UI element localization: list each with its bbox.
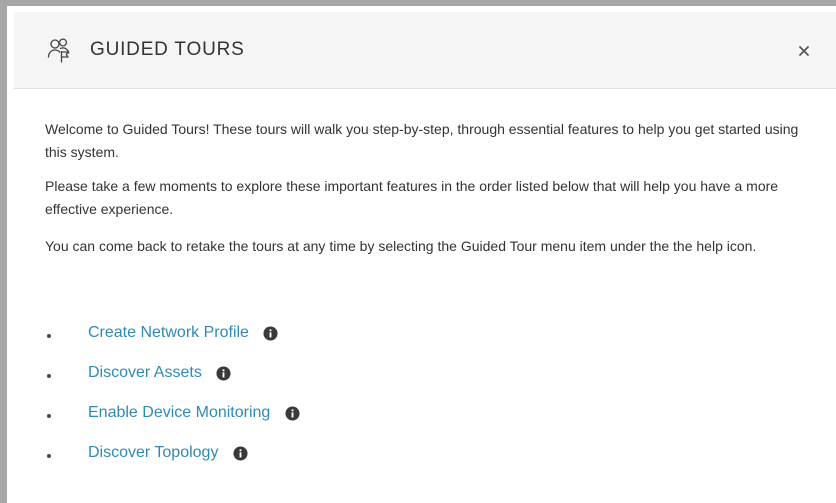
- info-icon[interactable]: [263, 325, 278, 341]
- retake-paragraph: You can come back to retake the tours at…: [45, 238, 757, 254]
- modal-title: GUIDED TOURS: [90, 39, 245, 60]
- instructions-paragraph: Please take a few moments to explore the…: [45, 178, 779, 217]
- tour-row: Discover Assets: [88, 361, 231, 385]
- create-network-profile-link[interactable]: Create Network Profile: [88, 324, 249, 341]
- users-flag-icon: [47, 38, 70, 63]
- discover-assets-link[interactable]: Discover Assets: [88, 364, 202, 381]
- modal-header: GUIDED TOURS: [14, 12, 836, 89]
- tour-row: Discover Topology: [88, 441, 248, 465]
- bullet: [47, 414, 51, 418]
- bullet: [47, 334, 51, 338]
- enable-device-monitoring-link[interactable]: Enable Device Monitoring: [88, 404, 270, 421]
- tour-row: Create Network Profile: [88, 321, 278, 345]
- welcome-paragraph: Welcome to Guided Tours! These tours wil…: [45, 121, 799, 160]
- bullet: [47, 374, 51, 378]
- tour-row: Enable Device Monitoring: [88, 401, 300, 425]
- discover-topology-link[interactable]: Discover Topology: [88, 444, 218, 461]
- modal-body: Welcome to Guided Tours! These tours wil…: [14, 89, 836, 503]
- info-icon[interactable]: [216, 365, 231, 381]
- close-icon[interactable]: [796, 43, 812, 59]
- bullet: [47, 454, 51, 458]
- info-icon[interactable]: [233, 445, 248, 461]
- guided-tours-modal: GUIDED TOURS Welcome to Guided Tours! Th…: [0, 0, 836, 503]
- info-icon[interactable]: [285, 405, 300, 421]
